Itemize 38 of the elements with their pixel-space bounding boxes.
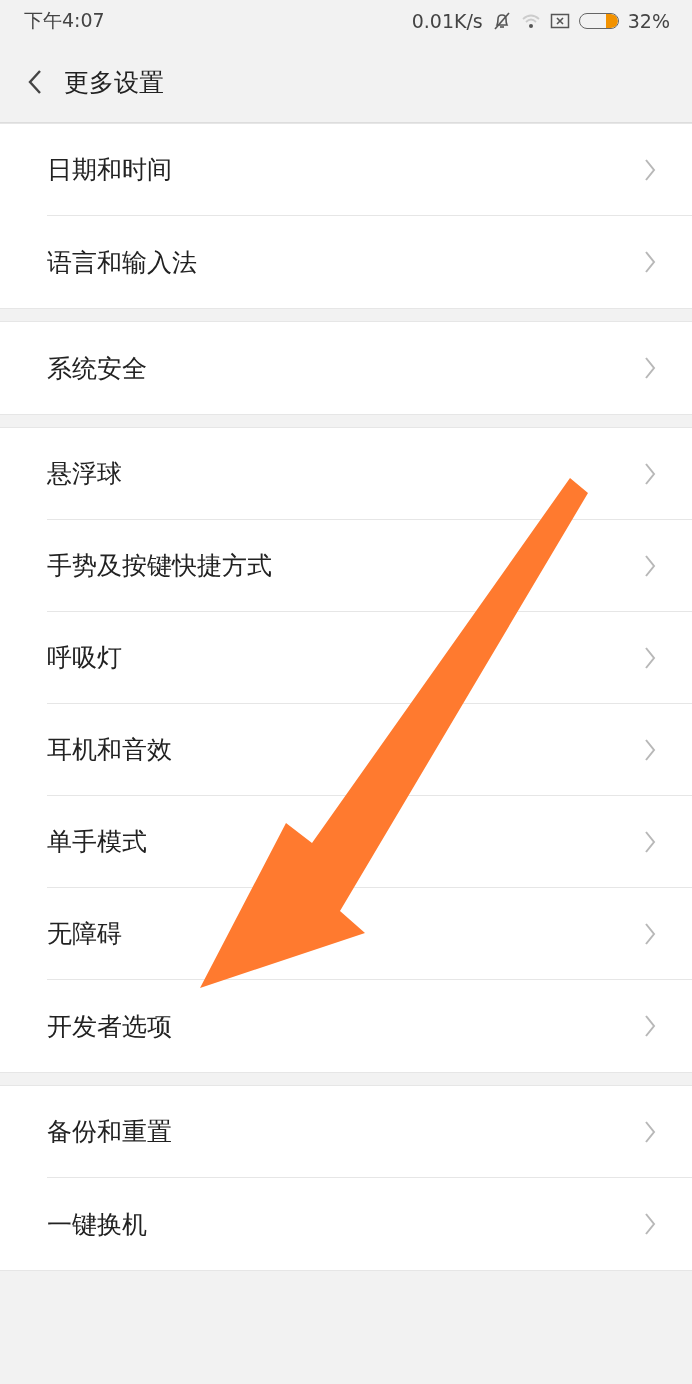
battery-percentage: 32% [627, 10, 670, 32]
chevron-icon [644, 1212, 656, 1236]
item-label: 悬浮球 [47, 458, 122, 490]
item-label: 呼吸灯 [47, 642, 122, 674]
chevron-icon [644, 829, 656, 854]
chevron-icon [644, 356, 656, 380]
item-label: 开发者选项 [47, 1010, 172, 1043]
item-label: 单手模式 [47, 826, 147, 858]
chevron-icon [644, 1014, 656, 1038]
item-label: 系统安全 [47, 352, 147, 385]
chevron-icon [644, 461, 656, 486]
chevron-icon [644, 250, 656, 274]
item-label: 语言和输入法 [47, 246, 197, 279]
chevron-icon [644, 157, 656, 182]
item-label: 无障碍 [47, 918, 122, 950]
sim-card-icon [549, 12, 570, 30]
settings-item[interactable]: 备份和重置 [47, 1086, 692, 1178]
settings-item[interactable]: 语言和输入法 [47, 216, 692, 308]
back-button[interactable] [28, 69, 42, 95]
item-label: 一键换机 [47, 1208, 147, 1241]
item-label: 备份和重置 [47, 1116, 172, 1148]
settings-item[interactable]: 日期和时间 [47, 124, 692, 216]
settings-item[interactable]: 系统安全 [47, 322, 692, 414]
muted-bell-icon [491, 11, 512, 31]
chevron-icon [644, 921, 656, 946]
item-label: 耳机和音效 [47, 734, 172, 766]
chevron-icon [644, 645, 656, 670]
settings-item[interactable]: 一键换机 [47, 1178, 692, 1270]
network-speed: 0.01K/s [411, 10, 483, 32]
chevron-icon [644, 553, 656, 578]
chevron-icon [644, 1119, 656, 1144]
item-label: 日期和时间 [47, 154, 172, 186]
chevron-icon [644, 737, 656, 762]
wifi-icon [520, 12, 541, 30]
page-title: 更多设置 [64, 66, 164, 99]
settings-item[interactable]: 开发者选项 [47, 980, 692, 1072]
item-label: 手势及按键快捷方式 [47, 550, 272, 582]
clock-time: 下午4:07 [24, 8, 105, 33]
